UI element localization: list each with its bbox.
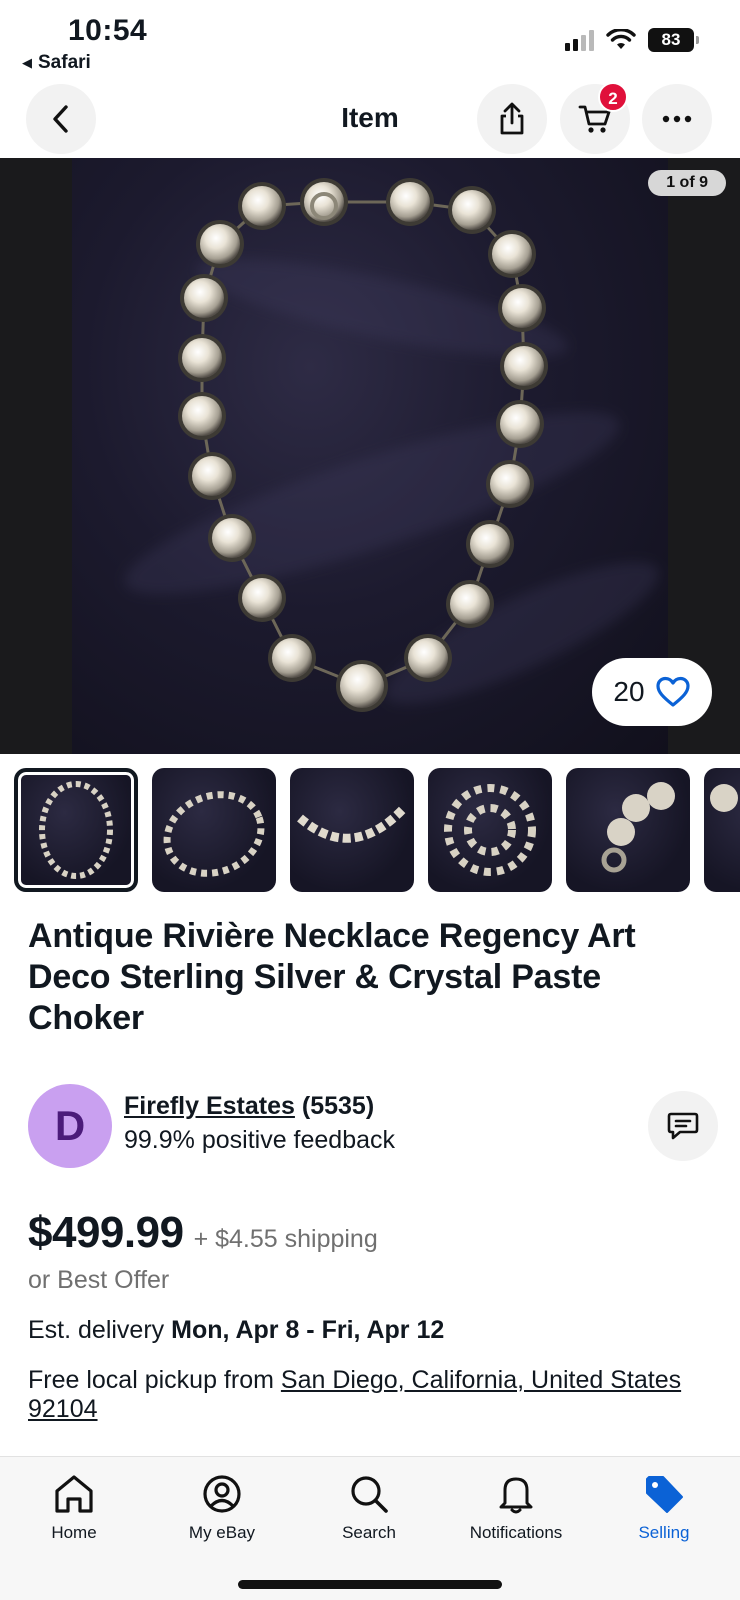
battery-indicator: 83 — [648, 28, 699, 52]
estimated-delivery: Est. delivery Mon, Apr 8 - Fri, Apr 12 — [28, 1316, 444, 1345]
seller-feedback-percent: 99.9% positive feedback — [124, 1126, 396, 1154]
gem-stone — [502, 288, 542, 328]
delivery-label: Est. delivery — [28, 1316, 165, 1344]
image-counter: 1 of 9 — [648, 170, 726, 196]
tab-home-label: Home — [51, 1523, 97, 1542]
tab-selling[interactable]: Selling — [594, 1471, 734, 1543]
gem-stone — [182, 338, 222, 378]
tab-my-ebay-label: My eBay — [188, 1523, 256, 1542]
gem-stone — [390, 182, 430, 222]
tab-notifications-label: Notifications — [469, 1523, 563, 1542]
tab-home[interactable]: Home — [4, 1471, 144, 1543]
local-pickup: Free local pickup from San Diego, Califo… — [28, 1366, 708, 1424]
status-bar: 10:54 ◀ Safari 83 — [0, 0, 740, 82]
system-icons: 83 — [565, 28, 699, 52]
thumbnail-3[interactable] — [290, 768, 414, 892]
gem-stone — [492, 234, 532, 274]
pickup-label: Free local pickup from — [28, 1366, 274, 1394]
gem-stone — [470, 524, 510, 564]
gem-stone — [452, 190, 492, 230]
gem-stone — [192, 456, 232, 496]
thumbnail-5[interactable] — [566, 768, 690, 892]
gem-stone — [212, 518, 252, 558]
cellular-signal-icon — [565, 29, 594, 51]
gem-stone — [184, 278, 224, 318]
tab-search[interactable]: Search — [299, 1471, 439, 1543]
delivery-dates: Mon, Apr 8 - Fri, Apr 12 — [171, 1316, 445, 1344]
cart-button[interactable]: 2 — [560, 82, 630, 154]
seller-name-link[interactable]: Firefly Estates — [124, 1092, 295, 1120]
thumbnail-2[interactable] — [152, 768, 276, 892]
tab-search-label: Search — [342, 1523, 396, 1542]
cart-count-badge: 2 — [598, 82, 628, 112]
gem-stone — [408, 638, 448, 678]
gem-stone — [500, 404, 540, 444]
share-button[interactable] — [477, 84, 547, 154]
seller-name-row[interactable]: Firefly Estates (5535) — [124, 1092, 374, 1121]
tag-icon — [646, 1476, 683, 1513]
gem-stone — [272, 638, 312, 678]
tab-notifications[interactable]: Notifications — [446, 1471, 586, 1543]
bottom-tab-bar: Home My eBay Search Notifications Sellin… — [0, 1456, 740, 1600]
price-row: $499.99 + $4.55 shipping — [28, 1208, 378, 1258]
wifi-icon — [606, 29, 636, 49]
thumbnail-1[interactable] — [14, 768, 138, 892]
user-icon — [203, 1475, 241, 1513]
back-to-app-link[interactable]: ◀ Safari — [22, 52, 91, 74]
back-app-label: Safari — [38, 52, 91, 73]
home-indicator — [238, 1580, 502, 1589]
gem-stone — [200, 224, 240, 264]
heart-icon — [655, 676, 690, 707]
item-title: Antique Rivière Necklace Regency Art Dec… — [28, 917, 636, 1037]
gem-stone — [242, 186, 282, 226]
gem-stone — [450, 584, 490, 624]
gem-stone — [490, 464, 530, 504]
search-icon — [351, 1476, 388, 1513]
clock: 10:54 — [68, 14, 148, 47]
item-price: $499.99 — [28, 1208, 184, 1257]
best-offer-label: or Best Offer — [28, 1266, 170, 1294]
seller-info: D Firefly Estates (5535) 99.9% positive … — [28, 1084, 718, 1168]
tab-selling-label: Selling — [638, 1523, 690, 1542]
thumbnail-4[interactable] — [428, 768, 552, 892]
item-header: Item 2 — [0, 82, 740, 158]
bell-icon — [499, 1477, 533, 1514]
shipping-cost: + $4.55 shipping — [193, 1225, 378, 1253]
message-icon — [667, 1112, 699, 1140]
thumbnail-strip[interactable] — [0, 766, 740, 894]
watch-button[interactable]: 20 — [592, 658, 712, 726]
home-icon — [55, 1475, 93, 1513]
share-icon — [500, 102, 524, 135]
thumbnail-6[interactable] — [704, 768, 740, 892]
gem-stone — [182, 396, 222, 436]
back-triangle-icon: ◀ — [22, 55, 32, 70]
gem-stone — [242, 578, 282, 618]
gem-stone — [504, 346, 544, 386]
seller-avatar[interactable]: D — [28, 1084, 112, 1168]
back-button[interactable] — [26, 84, 96, 154]
seller-feedback-count: (5535) — [301, 1092, 375, 1120]
gem-stone — [340, 664, 384, 708]
more-icon — [662, 115, 692, 123]
watchers-count: 20 — [613, 676, 645, 707]
necklace-photo — [72, 158, 673, 754]
message-seller-button[interactable] — [648, 1091, 718, 1161]
back-chevron-icon — [53, 105, 68, 133]
necklace-illustration — [178, 178, 548, 712]
tab-my-ebay[interactable]: My eBay — [152, 1471, 292, 1543]
item-image-gallery[interactable]: 1 of 9 20 — [0, 158, 740, 754]
more-options-button[interactable] — [642, 84, 712, 154]
